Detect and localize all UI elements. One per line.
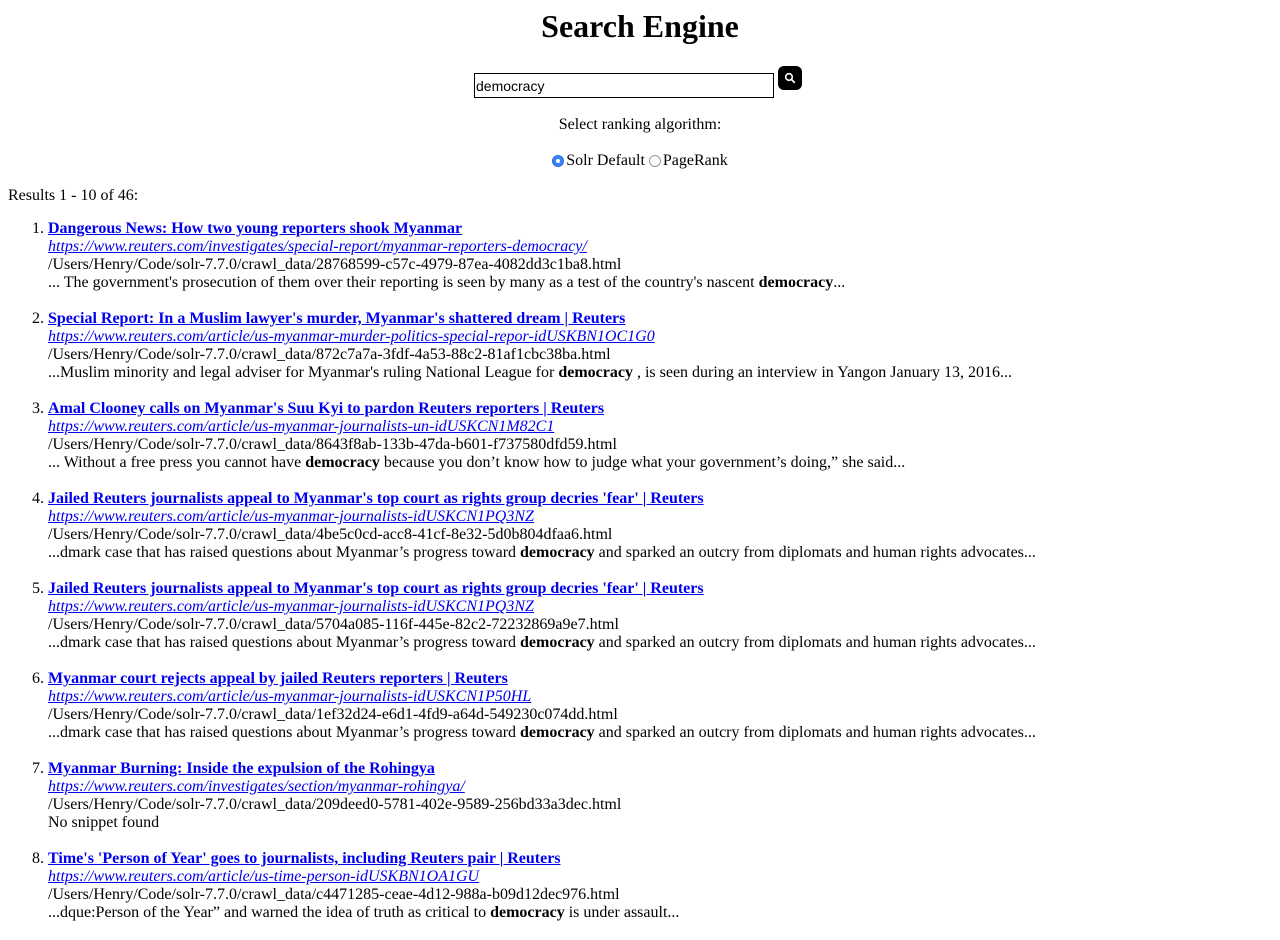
snippet-text: ...dmark case that has raised questions … [48, 634, 521, 651]
search-input[interactable] [474, 73, 774, 98]
result-url-link[interactable]: https://www.reuters.com/article/us-myanm… [48, 328, 1036, 346]
result-item: Jailed Reuters journalists appeal to Mya… [48, 580, 1036, 652]
result-snippet: ...dmark case that has raised questions … [48, 634, 1036, 652]
snippet-text: and sparked an outcry from diplomats and… [594, 634, 1036, 651]
snippet-text: ... Without a free press you cannot have [48, 454, 306, 471]
result-path: /Users/Henry/Code/solr-7.7.0/crawl_data/… [48, 886, 620, 903]
result-path: /Users/Henry/Code/solr-7.7.0/crawl_data/… [48, 526, 613, 543]
result-title-link[interactable]: Dangerous News: How two young reporters … [48, 220, 462, 237]
result-item: Time's 'Person of Year' goes to journali… [48, 850, 1036, 922]
result-item: Dangerous News: How two young reporters … [48, 220, 1036, 292]
snippet-text: and sparked an outcry from diplomats and… [594, 544, 1036, 561]
snippet-highlight: democracy [520, 634, 595, 651]
results-count: Results 1 - 10 of 46: [8, 187, 139, 204]
snippet-text: ...dmark case that has raised questions … [48, 544, 521, 561]
snippet-text: , is seen during an interview in Yangon … [632, 364, 1013, 381]
snippet-text: because you don’t know how to judge what… [379, 454, 906, 471]
result-snippet: ...dmark case that has raised questions … [48, 724, 1036, 742]
result-title-link[interactable]: Myanmar Burning: Inside the expulsion of… [48, 760, 435, 777]
snippet-text: ...Muslim minority and legal adviser for… [48, 364, 559, 381]
result-title-link[interactable]: Time's 'Person of Year' goes to journali… [48, 850, 561, 867]
result-snippet: ...dque:Person of the Year” and warned t… [48, 904, 1036, 922]
search-icon [784, 72, 796, 84]
result-url-link[interactable]: https://www.reuters.com/article/us-myanm… [48, 418, 1036, 436]
search-button[interactable] [778, 66, 802, 90]
result-url-link[interactable]: https://www.reuters.com/article/us-myanm… [48, 508, 1036, 526]
snippet-text: ... The government's prosecution of them… [48, 274, 759, 291]
result-item: Amal Clooney calls on Myanmar's Suu Kyi … [48, 400, 1036, 472]
result-title-link[interactable]: Special Report: In a Muslim lawyer's mur… [48, 310, 625, 327]
page-title: Search Engine [541, 8, 739, 44]
result-url-link[interactable]: https://www.reuters.com/investigates/spe… [48, 238, 1036, 256]
result-url-link[interactable]: https://www.reuters.com/article/us-myanm… [48, 688, 1036, 706]
snippet-highlight: democracy [558, 364, 633, 381]
result-url-link[interactable]: https://www.reuters.com/article/us-time-… [48, 868, 1036, 886]
result-path: /Users/Henry/Code/solr-7.7.0/crawl_data/… [48, 346, 611, 363]
radio-unselected-icon[interactable] [648, 155, 661, 167]
result-url-link[interactable]: https://www.reuters.com/article/us-myanm… [48, 598, 1036, 616]
result-path: /Users/Henry/Code/solr-7.7.0/crawl_data/… [48, 796, 622, 813]
snippet-highlight: democracy [520, 544, 595, 561]
ranking-options: Solr Default PageRank [0, 151, 1280, 171]
results-list: Dangerous News: How two young reporters … [0, 220, 1036, 940]
result-title-link[interactable]: Amal Clooney calls on Myanmar's Suu Kyi … [48, 400, 604, 417]
result-url-link[interactable]: https://www.reuters.com/investigates/sec… [48, 778, 1036, 796]
result-item: Jailed Reuters journalists appeal to Mya… [48, 490, 1036, 562]
result-snippet: ... Without a free press you cannot have… [48, 454, 1036, 472]
radio-label-solr-default: Solr Default [566, 152, 645, 169]
result-title-link[interactable]: Jailed Reuters journalists appeal to Mya… [48, 580, 704, 597]
result-path: /Users/Henry/Code/solr-7.7.0/crawl_data/… [48, 616, 619, 633]
result-item: Myanmar Burning: Inside the expulsion of… [48, 760, 1036, 832]
result-title-link[interactable]: Jailed Reuters journalists appeal to Mya… [48, 490, 704, 507]
result-path: /Users/Henry/Code/solr-7.7.0/crawl_data/… [48, 436, 617, 453]
snippet-text: ...dmark case that has raised questions … [48, 724, 521, 741]
snippet-highlight: democracy [305, 454, 380, 471]
snippet-text: ... [833, 274, 846, 291]
snippet-text: and sparked an outcry from diplomats and… [594, 724, 1036, 741]
result-path: /Users/Henry/Code/solr-7.7.0/crawl_data/… [48, 706, 618, 723]
result-title-link[interactable]: Myanmar court rejects appeal by jailed R… [48, 670, 508, 687]
result-item: Myanmar court rejects appeal by jailed R… [48, 670, 1036, 742]
result-snippet: ...Muslim minority and legal adviser for… [48, 364, 1036, 382]
ranking-label: Select ranking algorithm: [558, 116, 722, 133]
result-snippet: ... The government's prosecution of them… [48, 274, 1036, 292]
snippet-text: No snippet found [48, 814, 160, 831]
radio-label-pagerank: PageRank [662, 152, 728, 169]
radio-pagerank[interactable]: PageRank [648, 152, 728, 169]
radio-solr-default[interactable]: Solr Default [552, 152, 649, 169]
radio-selected-icon[interactable] [552, 155, 565, 167]
result-path: /Users/Henry/Code/solr-7.7.0/crawl_data/… [48, 256, 622, 273]
snippet-highlight: democracy [520, 724, 595, 741]
snippet-highlight: democracy [758, 274, 834, 291]
result-item: Special Report: In a Muslim lawyer's mur… [48, 310, 1036, 382]
result-snippet: No snippet found [48, 814, 1036, 832]
result-snippet: ...dmark case that has raised questions … [48, 544, 1036, 562]
search-bar [0, 66, 1280, 100]
